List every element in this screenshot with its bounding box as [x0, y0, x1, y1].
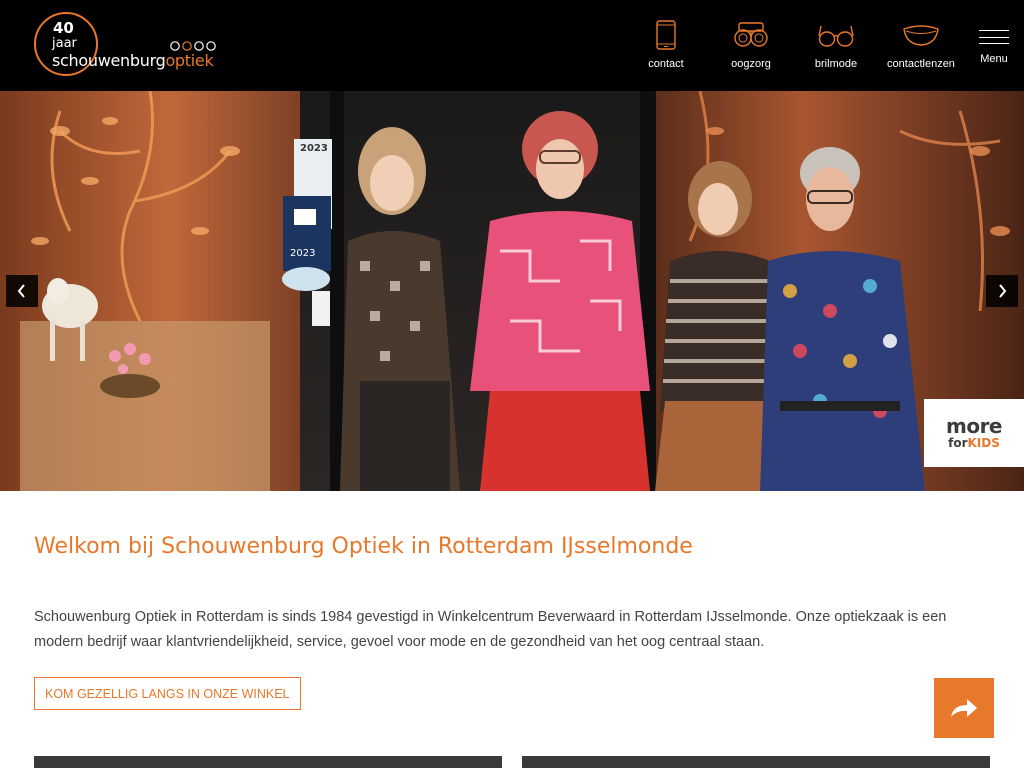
- logo-anniversary-number: 40: [53, 19, 74, 37]
- nav-item-label: brilmode: [814, 58, 858, 70]
- kids-badge-sub: forKIDS: [948, 435, 1000, 450]
- kids-badge-word: more: [945, 413, 1003, 438]
- share-arrow-icon: [951, 699, 977, 717]
- logo-name-part1: schouwenburg: [52, 51, 166, 70]
- logo-anniversary-word: jaar: [52, 36, 77, 51]
- slider-next-button[interactable]: [986, 275, 1018, 307]
- logo-wordmark: schouwenburgoptiek: [52, 51, 214, 70]
- lens-icon: [902, 20, 940, 50]
- feature-card[interactable]: [522, 756, 990, 768]
- nav-item-contact[interactable]: contact: [630, 0, 702, 91]
- visit-store-button[interactable]: KOM GEZELLIG LANGS IN ONZE WINKEL: [34, 677, 301, 710]
- hero-slider: 2023 2023 more forKIDS: [0, 91, 1024, 491]
- site-header: 40 jaar schouwenburgoptiek contact oogzo…: [0, 0, 1024, 91]
- more-for-kids-badge[interactable]: more forKIDS: [924, 399, 1024, 467]
- menu-label: Menu: [980, 53, 1008, 65]
- nav-item-label: contactlenzen: [887, 58, 955, 70]
- nav-item-oogzorg[interactable]: oogzorg: [715, 0, 787, 91]
- menu-button[interactable]: Menu: [970, 0, 1018, 91]
- logo-rings-icon: [170, 41, 216, 51]
- chevron-right-icon: [999, 284, 1007, 298]
- glasses-icon: [817, 20, 855, 50]
- slider-prev-button[interactable]: [6, 275, 38, 307]
- logo-name-part2: optiek: [165, 51, 214, 70]
- share-button[interactable]: [934, 678, 994, 738]
- nav-item-brilmode[interactable]: brilmode: [800, 0, 872, 91]
- feature-card[interactable]: [34, 756, 502, 768]
- nav-item-label: oogzorg: [731, 58, 771, 70]
- door-sticker-year-bottom: 2023: [290, 248, 315, 259]
- nav-item-contactlenzen[interactable]: contactlenzen: [878, 0, 964, 91]
- kids-badge-kids: KIDS: [967, 435, 1000, 450]
- binocular-icon: [733, 20, 769, 50]
- chevron-left-icon: [17, 284, 25, 298]
- intro-paragraph: Schouwenburg Optiek in Rotterdam is sind…: [34, 609, 947, 650]
- hero-photo: 2023 2023: [0, 91, 1024, 491]
- phone-icon: [656, 20, 676, 50]
- hamburger-icon: [979, 30, 1009, 44]
- page-title: Welkom bij Schouwenburg Optiek in Rotter…: [34, 534, 693, 559]
- nav-item-label: contact: [648, 58, 684, 70]
- kids-badge-word-text: more: [945, 413, 1003, 438]
- kids-badge-for: for: [948, 435, 968, 450]
- door-sticker-year-top: 2023: [300, 143, 328, 154]
- site-logo[interactable]: 40 jaar schouwenburgoptiek: [34, 12, 224, 76]
